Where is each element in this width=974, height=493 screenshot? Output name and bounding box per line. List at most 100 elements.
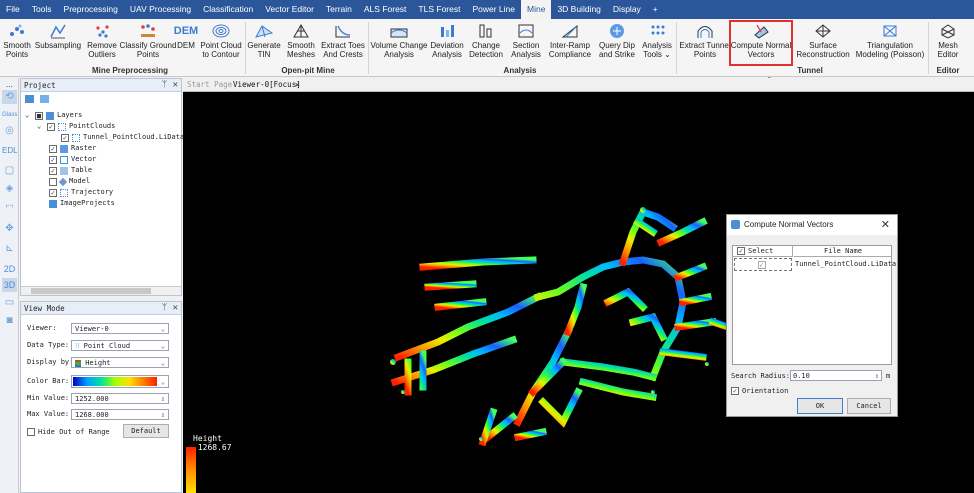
chevron-down-icon: ⌄ bbox=[160, 325, 165, 333]
tree-layers[interactable]: ⌄ ■ Layers bbox=[25, 110, 82, 121]
col-select-header[interactable]: ✓ Select bbox=[733, 246, 793, 257]
scrollbar-thumb[interactable] bbox=[31, 288, 151, 294]
tree-model[interactable]: Model bbox=[49, 176, 90, 187]
tab-viewer-0[interactable]: Viewer-0[Focus] bbox=[233, 78, 301, 92]
tab-start-page[interactable]: Start Page bbox=[187, 78, 232, 92]
min-value-input[interactable]: 1252.000 ⇕ bbox=[71, 393, 169, 404]
view-2d-tool[interactable]: 2D bbox=[2, 262, 17, 276]
target-icon[interactable]: ◎ bbox=[2, 124, 17, 138]
screen-icon[interactable]: ▭ bbox=[2, 296, 17, 310]
corners-icon[interactable]: ⌜⌝ bbox=[2, 202, 17, 216]
rotate-view-icon[interactable]: ⟲ bbox=[2, 90, 17, 104]
pin-close-icon[interactable]: ᛘ ✕ bbox=[162, 79, 178, 92]
chevron-down-icon: ⌄ bbox=[160, 378, 165, 386]
move-icon[interactable]: ✥ bbox=[2, 222, 17, 236]
table-row[interactable]: ✓ bbox=[734, 258, 792, 271]
table-checkbox[interactable]: ✓ bbox=[49, 166, 57, 175]
legend-value: 1268.67 bbox=[197, 443, 232, 452]
frame-icon[interactable]: ▢ bbox=[2, 164, 17, 178]
spinner-icon[interactable]: ⇕ bbox=[161, 410, 165, 420]
tab-close-icon[interactable]: ✕ bbox=[295, 78, 300, 92]
tree-vector-label: Vector bbox=[71, 155, 97, 163]
layers-toolbar-icon[interactable] bbox=[25, 95, 34, 103]
tree-trajectory[interactable]: ✓ Trajectory bbox=[49, 187, 113, 198]
spinner-icon[interactable]: ⇕ bbox=[875, 371, 879, 381]
default-button[interactable]: Default bbox=[123, 424, 169, 438]
dialog-title: Compute Normal Vectors bbox=[744, 220, 834, 229]
tree-image-projects[interactable]: ImageProjects bbox=[49, 198, 115, 209]
max-value-label: Max Value: bbox=[27, 410, 70, 418]
left-toolstrip: ⋯ ⟲ Glass ◎ EDL ▢ ◈ ⌜⌝ ✥ ⊾ 2D 3D ▭ ◙ bbox=[0, 78, 19, 493]
ok-button[interactable]: OK bbox=[797, 398, 843, 414]
orientation-checkbox[interactable]: ✓ bbox=[731, 387, 739, 395]
row-file-name: Tunnel_PointCloud.LiData bbox=[795, 260, 897, 268]
tunnel-file-checkbox[interactable]: ✓ bbox=[61, 133, 69, 142]
document-tabs: Start Page Viewer-0[Focus] ✕ bbox=[183, 78, 974, 92]
camera-icon[interactable]: ◙ bbox=[2, 314, 17, 328]
trajectory-checkbox[interactable]: ✓ bbox=[49, 188, 57, 197]
pointcloud-icon bbox=[58, 122, 66, 131]
display-by-value: Height bbox=[85, 359, 111, 367]
legend-color-bar bbox=[186, 447, 196, 493]
view-mode-panel: View Mode ᛘ ✕ Viewer: Viewer-0 ⌄ Data Typ… bbox=[20, 301, 182, 493]
raster-checkbox[interactable]: ✓ bbox=[49, 144, 57, 153]
table-icon bbox=[60, 166, 68, 175]
pointcloud-icon: ⁝⁝ bbox=[75, 342, 80, 350]
tree-raster-label: Raster bbox=[71, 144, 97, 152]
vector-checkbox[interactable]: ✓ bbox=[49, 155, 57, 164]
edl-tool[interactable]: EDL bbox=[2, 144, 18, 158]
tree-pointclouds-label: PointClouds bbox=[69, 122, 116, 130]
orientation-row[interactable]: ✓ Orientation bbox=[731, 385, 788, 397]
tree-pointclouds[interactable]: ⌄ ✓ PointClouds bbox=[37, 121, 115, 132]
search-radius-unit: m bbox=[886, 372, 891, 380]
search-radius-input[interactable]: 0.10 ⇕ bbox=[790, 370, 882, 381]
axis-icon[interactable]: ⊾ bbox=[2, 242, 17, 256]
compute-normal-vectors-dialog: Compute Normal Vectors ✕ ✓ Select File Na… bbox=[726, 214, 898, 417]
model-icon bbox=[58, 177, 68, 186]
viewer-select[interactable]: Viewer-0 ⌄ bbox=[71, 323, 169, 334]
tree-table[interactable]: ✓ Table bbox=[49, 165, 92, 176]
dialog-app-icon bbox=[731, 220, 740, 229]
spinner-icon[interactable]: ⇕ bbox=[161, 394, 165, 404]
layers-checkbox[interactable]: ■ bbox=[35, 111, 43, 120]
image-projects-icon bbox=[49, 199, 57, 208]
display-by-select[interactable]: Height ⌄ bbox=[71, 357, 169, 368]
model-checkbox[interactable] bbox=[49, 177, 57, 186]
images-toolbar-icon[interactable] bbox=[39, 95, 49, 103]
close-icon[interactable]: ✕ bbox=[881, 215, 890, 235]
hide-out-of-range-label: Hide Out of Range bbox=[38, 428, 110, 436]
tree-layers-label: Layers bbox=[57, 111, 83, 119]
pin-close-icon[interactable]: ᛘ ✕ bbox=[162, 302, 178, 315]
max-value-input[interactable]: 1268.000 ⇕ bbox=[71, 409, 169, 420]
hide-out-of-range-row[interactable]: Hide Out of Range bbox=[27, 426, 110, 438]
horizontal-scrollbar[interactable] bbox=[21, 286, 181, 295]
row-select-checkbox[interactable]: ✓ bbox=[757, 261, 766, 269]
view-mode-title: View Mode bbox=[24, 304, 65, 313]
tree-tunnel-file-label: Tunnel_PointCloud.LiData bbox=[83, 133, 185, 141]
tree-model-label: Model bbox=[69, 177, 91, 185]
tree-trajectory-label: Trajectory bbox=[71, 188, 114, 196]
orientation-label: Orientation bbox=[742, 387, 789, 395]
glass-tool[interactable]: Glass bbox=[2, 108, 17, 122]
dialog-titlebar: Compute Normal Vectors ✕ bbox=[727, 215, 897, 235]
pointcloud-file-icon bbox=[72, 133, 80, 142]
viewer-value: Viewer-0 bbox=[75, 325, 109, 333]
view-3d-tool[interactable]: 3D bbox=[2, 278, 17, 292]
hide-out-of-range-checkbox[interactable] bbox=[27, 428, 35, 436]
layers-icon bbox=[46, 111, 54, 120]
tree-tunnel-file[interactable]: ✓ Tunnel_PointCloud.LiData bbox=[61, 132, 184, 143]
tree-raster[interactable]: ✓ Raster bbox=[49, 143, 96, 154]
tree-table-label: Table bbox=[71, 166, 93, 174]
legend-title: Height bbox=[193, 434, 222, 443]
view-mode-header: View Mode ᛘ ✕ bbox=[21, 302, 181, 315]
cube-icon[interactable]: ◈ bbox=[2, 182, 17, 196]
cancel-button[interactable]: Cancel bbox=[847, 398, 891, 414]
data-type-select[interactable]: ⁝⁝ Point Cloud ⌄ bbox=[71, 340, 169, 351]
tree-image-projects-label: ImageProjects bbox=[60, 199, 115, 207]
pointclouds-checkbox[interactable]: ✓ bbox=[47, 122, 55, 131]
select-all-checkbox[interactable]: ✓ bbox=[737, 247, 745, 255]
project-toolbar bbox=[25, 95, 55, 105]
color-bar-select[interactable]: ⌄ bbox=[71, 375, 169, 388]
project-panel-header: Project ᛘ ✕ bbox=[21, 79, 181, 92]
tree-vector[interactable]: ✓ Vector bbox=[49, 154, 96, 165]
